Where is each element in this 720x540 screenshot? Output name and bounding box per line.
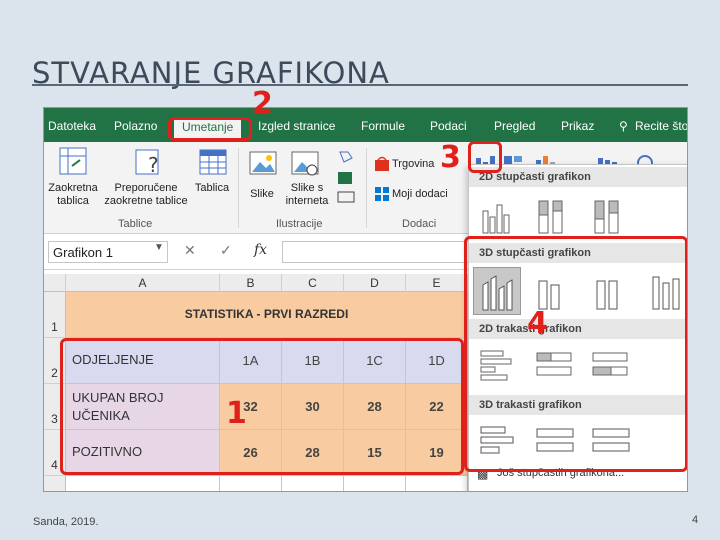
cell-e5[interactable] (406, 476, 468, 491)
ribbon-tabs: Datoteka Polazno Umetanje Izgled stranic… (44, 108, 687, 142)
annotation-4: 4 (527, 306, 548, 341)
name-box-dropdown-icon[interactable]: ▼ (154, 242, 164, 253)
highlight-chart-options (464, 236, 687, 472)
column-header-a[interactable]: A (66, 274, 220, 292)
row-header-5[interactable] (44, 476, 66, 491)
cell-b5[interactable] (220, 476, 282, 491)
shapes-icons (337, 151, 355, 203)
insert-function-icon[interactable]: fx (254, 242, 267, 258)
tab-formulas[interactable]: Formule (361, 119, 405, 133)
2d-column-options[interactable] (477, 195, 687, 239)
group-separator-2 (366, 148, 367, 228)
highlight-column-chart-button (468, 141, 502, 173)
table-icon (199, 149, 227, 175)
addins-group-label: Dodaci (402, 218, 437, 230)
tab-file[interactable]: Datoteka (48, 119, 96, 133)
pivot-table-button[interactable]: Zaokretna tablica (46, 182, 100, 208)
column-header-c[interactable]: C (282, 274, 344, 292)
cell-d5[interactable] (344, 476, 406, 491)
annotation-1: 1 (226, 396, 247, 431)
excel-screenshot: Datoteka Polazno Umetanje Izgled stranic… (43, 107, 688, 492)
select-all-corner[interactable] (44, 274, 66, 292)
tables-group-label: Tablice (118, 218, 153, 230)
column-header-e[interactable]: E (406, 274, 468, 292)
slide-footer: Sanda, 2019. (33, 516, 99, 528)
cell-c5[interactable] (282, 476, 344, 491)
section-2d-column: 2D stupčasti grafikon (469, 167, 687, 187)
cancel-icon[interactable]: ✕ (184, 242, 196, 259)
group-separator (238, 148, 239, 228)
table-button[interactable]: Tablica (192, 182, 232, 195)
title-underline (32, 84, 688, 86)
annotation-3: 3 (440, 140, 461, 175)
svg-text:?: ? (148, 153, 159, 177)
tab-page-layout[interactable]: Izgled stranice (258, 119, 335, 133)
tab-data[interactable]: Podaci (430, 119, 467, 133)
store-button[interactable]: Trgovina (392, 158, 440, 171)
store-icon (375, 156, 389, 171)
recommended-pivot-icon: ? (135, 149, 159, 177)
illustrations-group-label: Ilustracije (276, 218, 323, 230)
slide-page-number: 4 (692, 514, 699, 526)
tab-view[interactable]: Prikaz (561, 119, 594, 133)
column-header-d[interactable]: D (344, 274, 406, 292)
my-addins-icon (375, 187, 389, 201)
tab-review[interactable]: Pregled (494, 119, 535, 133)
annotation-2: 2 (252, 86, 273, 121)
tell-me-icon[interactable]: ⚲ (619, 119, 628, 133)
row-header-1[interactable]: 1 (44, 292, 66, 338)
highlight-insert-tab (168, 117, 252, 141)
enter-icon[interactable]: ✓ (220, 242, 232, 259)
images-button[interactable]: Slike (242, 188, 282, 201)
name-box[interactable]: Grafikon 1 (48, 241, 168, 263)
highlight-data-range (60, 338, 464, 475)
online-images-icon (291, 151, 319, 176)
tab-tell-me[interactable]: Recite što (635, 119, 687, 133)
formula-input[interactable] (282, 241, 472, 263)
my-addins-button[interactable]: Moji dodaci (392, 188, 462, 201)
recommended-pivot-button[interactable]: Preporučene zaokretne tablice (102, 182, 190, 208)
table-title-cell[interactable]: STATISTIKA - PRVI RAZREDI (66, 292, 468, 338)
column-header-b[interactable]: B (220, 274, 282, 292)
image-icon (249, 151, 277, 175)
pivot-table-icon (59, 147, 87, 175)
online-images-button[interactable]: Slike s interneta (284, 182, 330, 208)
tab-home[interactable]: Polazno (114, 119, 157, 133)
cell-a5[interactable] (66, 476, 220, 491)
